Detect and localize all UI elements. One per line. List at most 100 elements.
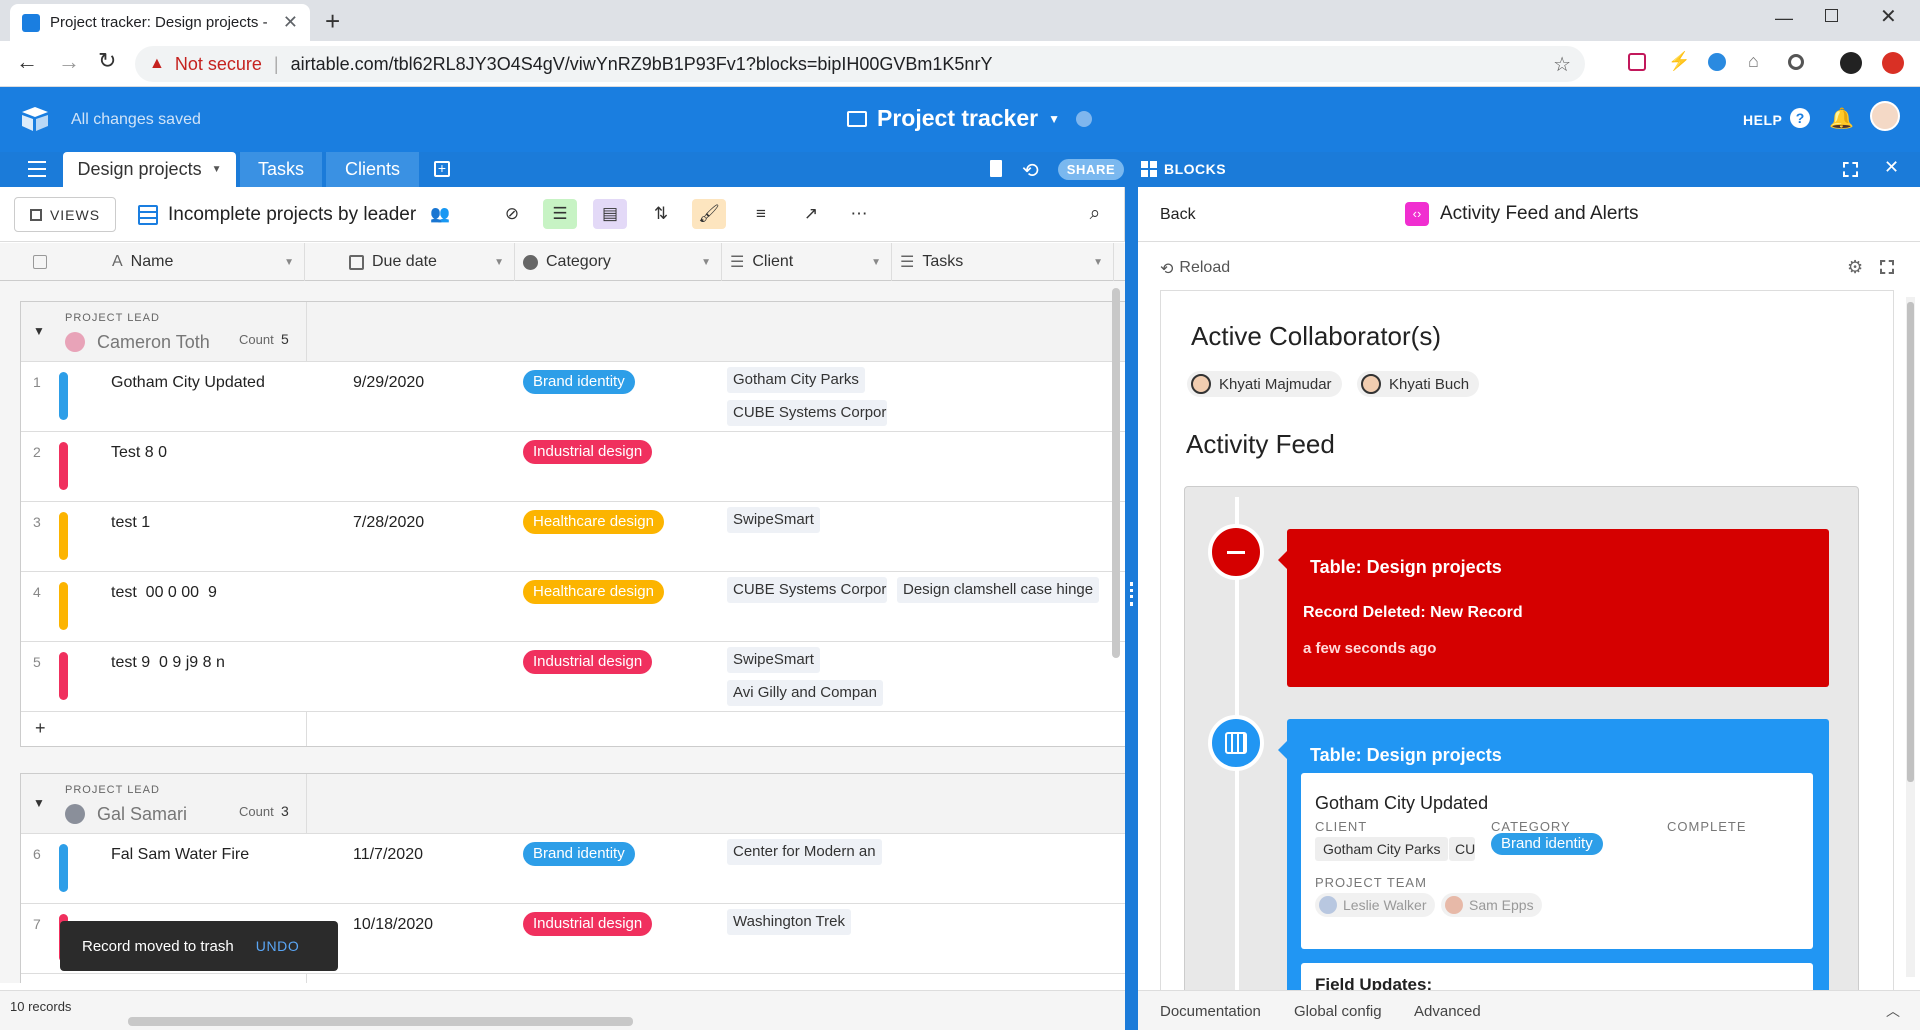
close-tab-icon[interactable]: ✕ <box>283 12 298 33</box>
collapse-chevron-icon[interactable]: ▼ <box>33 796 45 810</box>
collapse-chevron-icon[interactable]: ▼ <box>33 324 45 338</box>
settings-gear-icon[interactable]: ⚙ <box>1847 257 1863 278</box>
reload-icon[interactable]: ↻ <box>98 48 116 74</box>
column-header-tasks[interactable]: ☰ Tasks ▼ <box>892 243 1114 281</box>
chevron-up-icon[interactable]: ︿ <box>1886 1001 1900 1021</box>
maximize-icon[interactable] <box>1825 9 1838 22</box>
grid-horizontal-scrollbar[interactable] <box>128 1017 633 1026</box>
reload-button[interactable]: ⟲ Reload <box>1160 259 1230 279</box>
group-header[interactable]: PROJECT LEAD ▼ Gal Samari Count 3 <box>21 774 1125 834</box>
client-chip: CUBE Systems Corpor <box>727 577 887 603</box>
base-title[interactable]: Project tracker ▼ <box>847 105 1092 132</box>
activity-feed: Table: Design projects Record Deleted: N… <box>1184 486 1859 990</box>
complete-field-label: COMPLETE <box>1667 819 1747 834</box>
close-window-icon[interactable]: ✕ <box>1880 4 1897 29</box>
menu-hamburger-icon[interactable] <box>28 161 46 177</box>
client-chip: Washington Trek <box>727 909 851 935</box>
team-member-chip: Leslie Walker <box>1315 893 1435 917</box>
column-header-due-date[interactable]: Due date ▼ <box>345 243 515 281</box>
camera-icon[interactable]: ⌂ <box>1748 51 1759 72</box>
add-table-icon[interactable]: + <box>434 161 450 177</box>
record-card[interactable]: Gotham City Updated CLIENT CATEGORY COMP… <box>1301 773 1813 949</box>
back-button[interactable]: Back <box>1160 206 1196 224</box>
grid-vertical-scrollbar[interactable] <box>1112 288 1120 658</box>
add-record-button[interactable]: + <box>35 718 46 739</box>
advanced-link[interactable]: Advanced <box>1414 1003 1481 1020</box>
table-row[interactable]: 3 test 1 7/28/2020 Healthcare design Swi… <box>21 502 1125 572</box>
event-time: a few seconds ago <box>1303 640 1437 657</box>
panel-resize-handle[interactable] <box>1125 187 1138 1030</box>
search-icon[interactable]: ⌕ <box>1078 199 1112 229</box>
extension-icon[interactable]: ⚡ <box>1668 51 1690 72</box>
bookmark-star-icon[interactable]: ☆ <box>1553 52 1571 77</box>
fullscreen-icon[interactable] <box>1843 162 1858 177</box>
browser-tabstrip: Project tracker: Design projects - ✕ + —… <box>0 0 1920 41</box>
table-tabs-bar: Design projects ▼ Tasks Clients + ⟲ SHARE… <box>0 152 1920 187</box>
notifications-bell-icon[interactable]: 🔔 <box>1829 106 1854 131</box>
extension-icon[interactable] <box>1628 53 1646 71</box>
browser-tab[interactable]: Project tracker: Design projects - ✕ <box>10 4 310 41</box>
help-icon[interactable]: ? <box>1790 108 1810 128</box>
share-button[interactable]: SHARE <box>1058 159 1124 180</box>
panel-vertical-scrollbar[interactable] <box>1906 297 1915 977</box>
tab-clients[interactable]: Clients <box>326 152 419 187</box>
tab-tasks[interactable]: Tasks <box>240 152 322 187</box>
forward-icon[interactable]: → <box>58 49 80 75</box>
column-header-client[interactable]: ☰ Client ▼ <box>722 243 892 281</box>
views-button[interactable]: VIEWS <box>14 197 116 232</box>
block-title: Activity Feed and Alerts <box>1440 203 1639 224</box>
grid-view-icon <box>138 205 158 225</box>
category-pill: Industrial design <box>523 912 653 936</box>
table-row[interactable]: 4 test 00 0 00 9 Healthcare design CUBE … <box>21 572 1125 642</box>
blocks-label[interactable]: BLOCKS <box>1164 161 1226 177</box>
new-tab-icon[interactable]: + <box>325 6 340 37</box>
trash-icon[interactable] <box>990 160 1002 177</box>
tab-design-projects[interactable]: Design projects ▼ <box>63 152 236 187</box>
share-view-icon[interactable]: ↗ <box>794 199 828 229</box>
filter-icon[interactable]: ☰ <box>543 199 577 229</box>
group-label: PROJECT LEAD <box>65 784 160 796</box>
group-icon[interactable]: ▤ <box>593 199 627 229</box>
column-header-name[interactable]: A Name ▼ <box>80 243 305 281</box>
undo-button[interactable]: UNDO <box>256 938 300 954</box>
color-icon[interactable]: 🖌 <box>692 199 726 229</box>
global-config-link[interactable]: Global config <box>1294 1003 1382 1020</box>
group-count: 3 <box>281 803 289 819</box>
table-row[interactable]: 6 Fal Sam Water Fire 11/7/2020 Brand ide… <box>21 834 1125 904</box>
group-header[interactable]: PROJECT LEAD ▼ Cameron Toth Count 5 <box>21 302 1125 362</box>
more-options-icon[interactable]: ⋯ <box>842 199 876 229</box>
table-row[interactable]: 1 Gotham City Updated 9/29/2020 Brand id… <box>21 362 1125 432</box>
airtable-logo-icon[interactable] <box>20 106 50 132</box>
single-select-icon <box>523 254 538 270</box>
event-table-label: Table: Design projects <box>1310 557 1502 577</box>
expand-icon[interactable] <box>1880 260 1894 274</box>
help-button[interactable]: HELP <box>1743 112 1782 128</box>
back-icon[interactable]: ← <box>16 49 38 75</box>
omnibox[interactable]: ▲ Not secure | airtable.com/tbl62RL8JY3O… <box>135 46 1585 82</box>
chevron-down-icon[interactable]: ▼ <box>212 164 222 175</box>
history-icon[interactable]: ⟲ <box>1022 158 1039 183</box>
client-chip: Gotham City Parks <box>1315 837 1449 861</box>
minimize-icon[interactable]: — <box>1775 8 1793 29</box>
documentation-link[interactable]: Documentation <box>1160 1003 1261 1020</box>
select-all-checkbox[interactable] <box>0 243 80 281</box>
hide-fields-icon[interactable]: ⊘ <box>495 199 529 229</box>
category-pill: Industrial design <box>523 650 653 674</box>
table-row[interactable]: 5 test 9 0 9 j9 8 n Industrial design Sw… <box>21 642 1125 712</box>
view-name[interactable]: Incomplete projects by leader <box>168 204 416 226</box>
event-table-label: Table: Design projects <box>1310 745 1502 765</box>
sort-icon[interactable]: ⇅ <box>644 199 678 229</box>
profile-icon[interactable] <box>1840 52 1862 74</box>
airtable-favicon-icon <box>22 13 40 32</box>
client-field-label: CLIENT <box>1315 819 1368 834</box>
calendar-icon <box>349 254 364 270</box>
info-icon[interactable] <box>1075 110 1092 127</box>
update-icon[interactable] <box>1882 52 1904 74</box>
extension-icon[interactable] <box>1708 53 1726 71</box>
close-blocks-icon[interactable]: ✕ <box>1884 157 1899 178</box>
table-row[interactable]: 2 Test 8 0 Industrial design <box>21 432 1125 502</box>
user-avatar[interactable] <box>1870 101 1900 131</box>
row-height-icon[interactable]: ≡ <box>744 199 778 229</box>
extension-icon[interactable] <box>1788 54 1804 70</box>
column-header-category[interactable]: Category ▼ <box>515 243 722 281</box>
